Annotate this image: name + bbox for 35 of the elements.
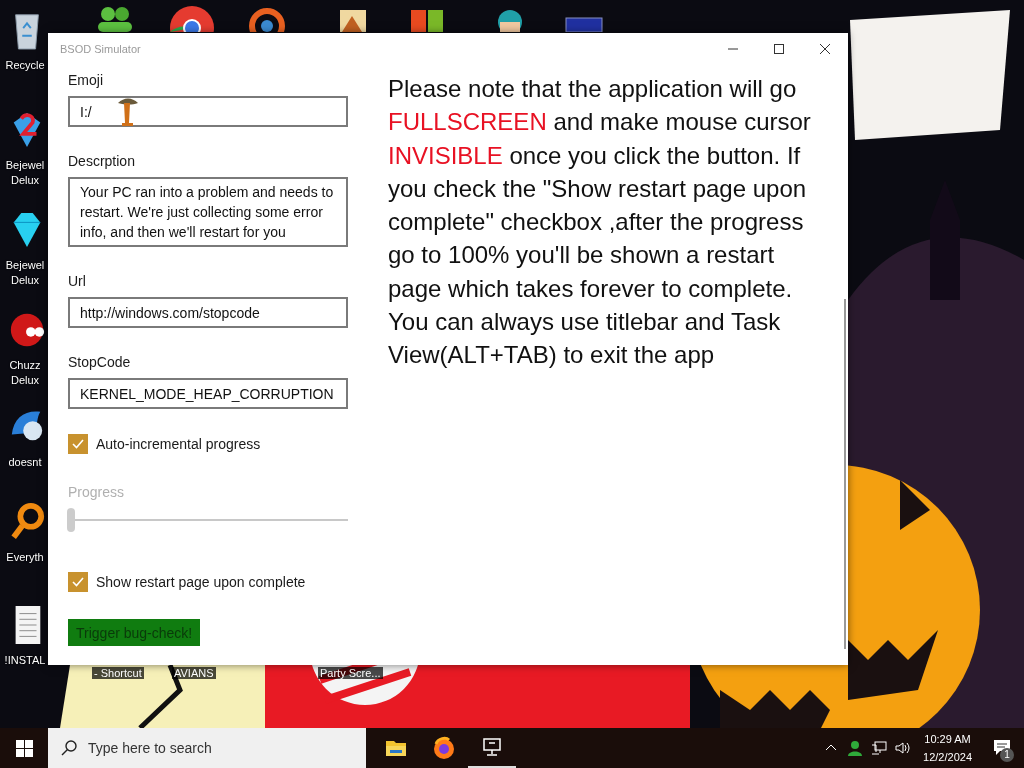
desktop-icon-label[interactable]: Bejewel Delux xyxy=(3,158,47,188)
slider-label: Progress xyxy=(68,483,125,502)
checkbox[interactable] xyxy=(68,434,88,454)
checkbox-label: Show restart page upon complete xyxy=(96,574,306,590)
windows-logo-icon xyxy=(15,739,33,757)
desktop-icon-label[interactable]: doesnt xyxy=(3,455,47,470)
checkmark-icon xyxy=(71,575,85,589)
desktop-icon-label[interactable]: Recycle xyxy=(3,58,47,73)
field-label: Url xyxy=(68,272,86,291)
checkbox-label: Auto-incremental progress xyxy=(96,436,261,452)
clock[interactable]: 10:29 AM 12/2/2024 xyxy=(915,730,980,766)
note-paragraph: Please note that the application will go FULLSCREEN and make mouse cursor INVISIBLE once you click the button. If you check the "Show restart page upon complete" checkbox ,after the progress go to 100% you'll be shown a restart page which takes forever to complete. You can always use titlebar and Task View(ALT+TAB) to exit the app xyxy=(388,74,812,371)
desktop-icon-label[interactable]: Party Scre... xyxy=(318,667,383,679)
notification-count: 1 xyxy=(1000,748,1014,762)
description-field[interactable]: Your PC ran into a problem and needs to restart. We're just collecting some error info, and then we'll restart for you xyxy=(68,177,348,247)
desktop-icon-label[interactable]: Everyth xyxy=(3,550,47,565)
input-field[interactable]: KERNEL_MODE_HEAP_CORRUPTION xyxy=(68,378,348,409)
input-field[interactable]: I:/ xyxy=(68,96,348,127)
maximize-icon xyxy=(773,43,785,55)
desktop-icon-label[interactable]: Chuzz Delux xyxy=(3,358,47,388)
notifications-button[interactable]: 1 xyxy=(980,728,1024,768)
input-field[interactable]: http://windows.com/stopcode xyxy=(68,297,348,328)
field-label: Emoji xyxy=(68,71,103,90)
field-label: Descrption xyxy=(68,152,135,171)
desktop-icon-label[interactable]: AVIANS xyxy=(172,667,216,679)
desktop-icon-label[interactable]: !INSTAL xyxy=(3,653,47,668)
field-label: StopCode xyxy=(68,353,131,372)
checkmark-icon xyxy=(71,437,85,451)
search-field[interactable]: Type here to search xyxy=(48,728,366,768)
window-title: BSOD Simulator xyxy=(59,43,142,55)
desktop-icon-label[interactable]: - Shortcut xyxy=(92,667,144,679)
desktop-icon-label[interactable]: Bejewel Delux xyxy=(3,258,47,288)
scrollbar[interactable] xyxy=(844,299,846,649)
checkbox[interactable] xyxy=(68,572,88,592)
close-icon xyxy=(819,43,831,55)
